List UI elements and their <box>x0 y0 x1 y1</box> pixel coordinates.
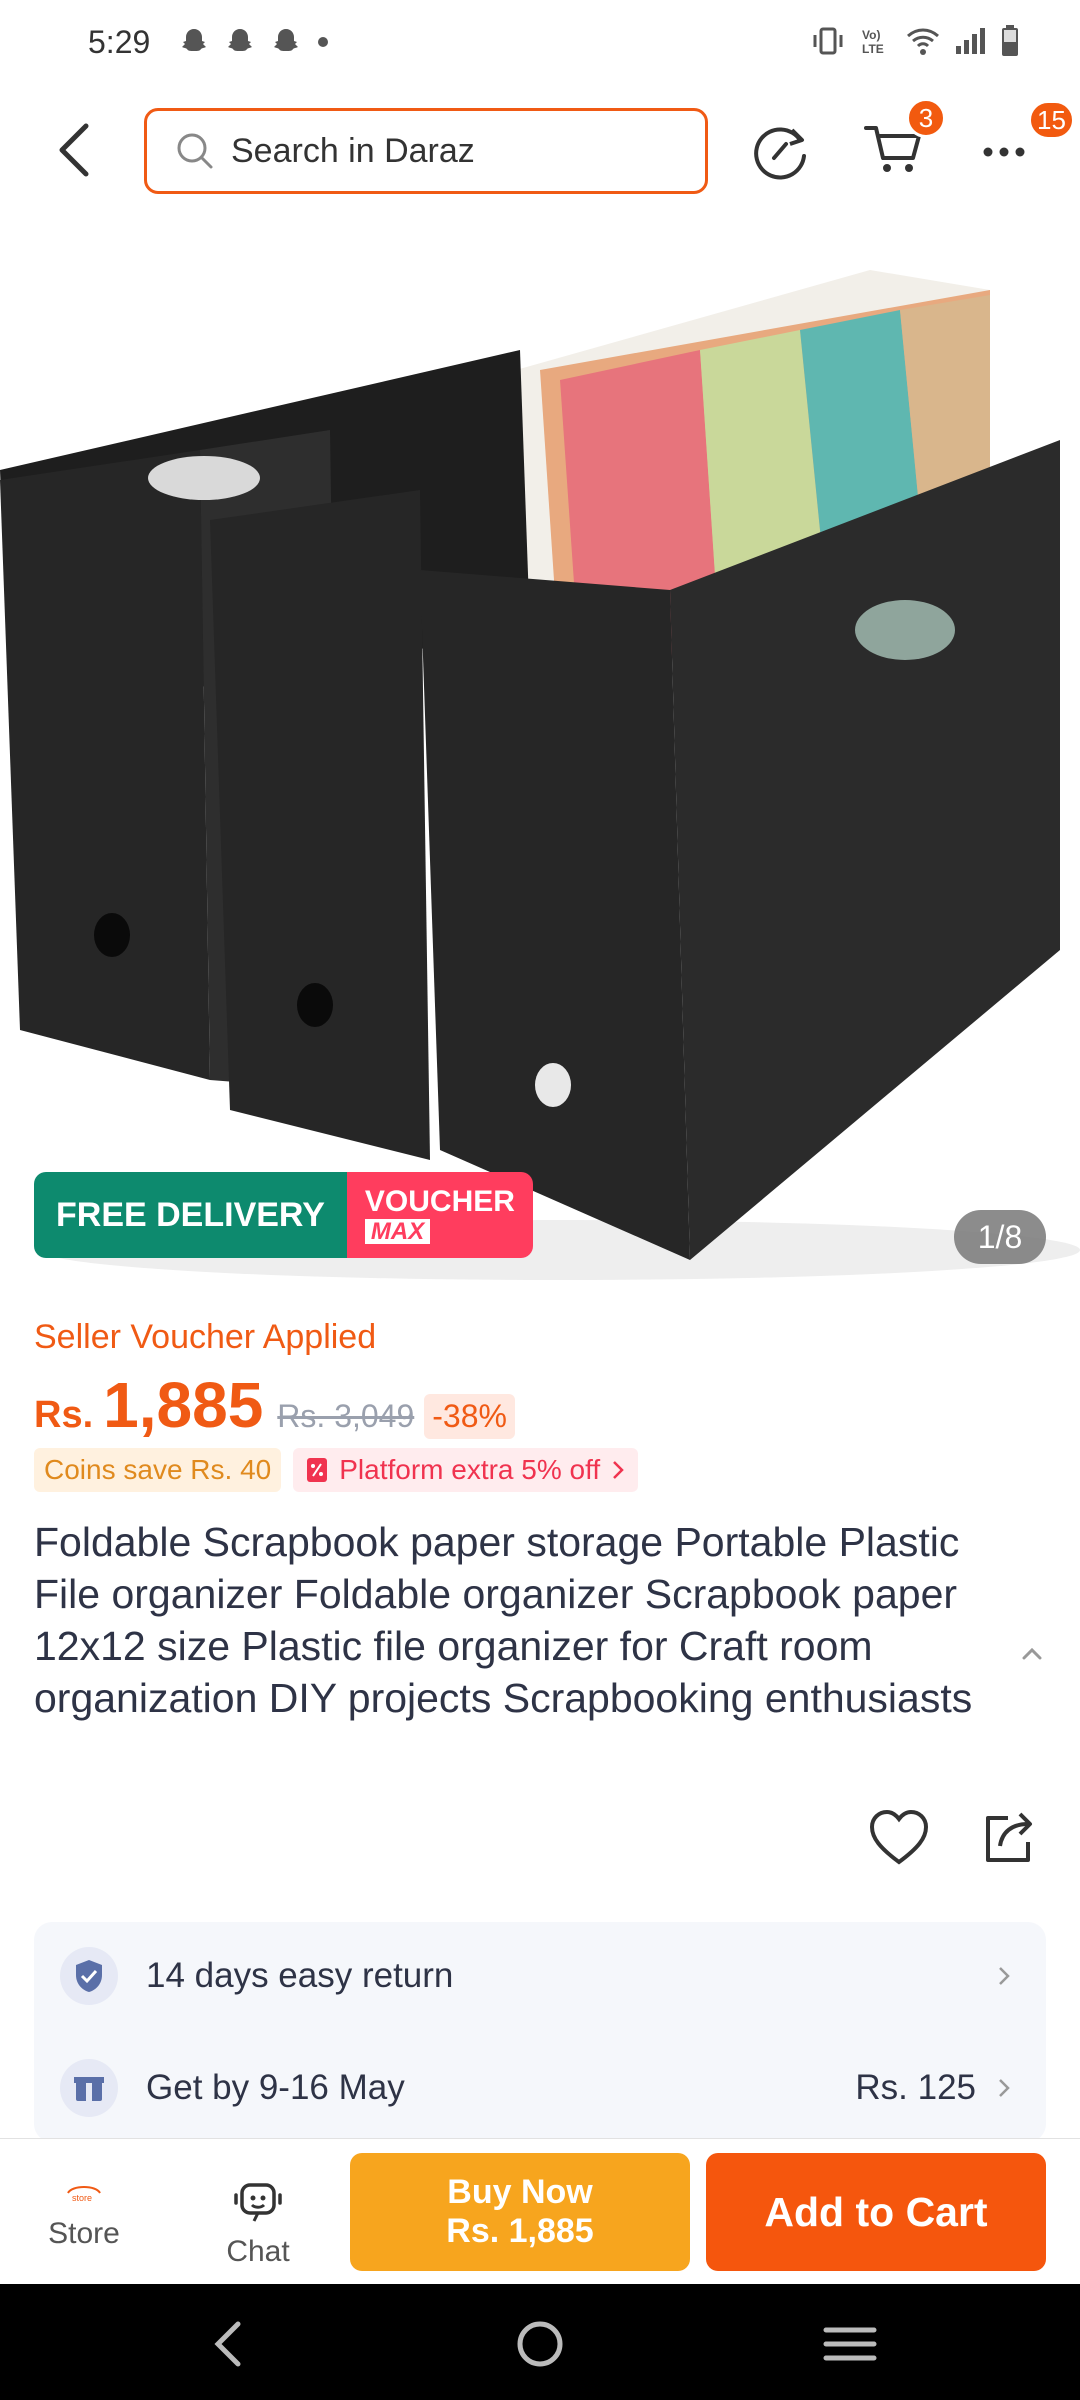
price-row: Rs. 1,885 Rs. 3,049 -38% <box>34 1368 515 1442</box>
wishlist-button[interactable] <box>868 1808 930 1866</box>
platform-offer-label: Platform extra 5% off <box>339 1454 601 1485</box>
search-input[interactable]: Search in Daraz <box>144 108 708 194</box>
search-placeholder: Search in Daraz <box>231 131 475 170</box>
status-time: 5:29 <box>88 24 151 60</box>
back-button[interactable] <box>44 118 104 182</box>
original-price: Rs. 3,049 <box>277 1398 415 1434</box>
delivery-estimate-label: Get by 9-16 May <box>146 2068 405 2107</box>
discount-badge: -38% <box>424 1394 515 1439</box>
search-icon <box>177 133 213 169</box>
heart-icon <box>869 1809 929 1865</box>
chat-bot-icon <box>234 2183 282 2222</box>
buy-now-button[interactable]: Buy Now Rs. 1,885 <box>350 2153 690 2271</box>
cart-count-badge: 3 <box>906 98 946 138</box>
svg-text:LTE: LTE <box>862 42 884 56</box>
svg-text:store: store <box>72 2193 92 2203</box>
dot-icon <box>318 37 328 47</box>
snapchat-icon <box>274 29 298 51</box>
system-navigation-bar <box>0 2284 1080 2400</box>
store-label: Store <box>48 2217 120 2250</box>
chevron-left-icon <box>59 123 89 177</box>
share-button[interactable] <box>978 1808 1038 1866</box>
return-policy-label: 14 days easy return <box>146 1956 454 1995</box>
delivery-fee: Rs. 125 <box>855 2068 976 2107</box>
volte-icon: Vo)LTE <box>862 28 884 56</box>
voucher-label: VOUCHER <box>364 1184 515 1218</box>
coins-save-chip: Coins save Rs. 40 <box>34 1448 282 1492</box>
promo-tag: FREE DELIVERY VOUCHER MAX <box>34 1172 533 1258</box>
chevron-right-icon <box>999 2079 1010 2097</box>
promo-chips: Coins save Rs. 40 Platform extra 5% off <box>34 1448 639 1492</box>
chevron-right-icon <box>613 1461 624 1479</box>
chevron-up-icon <box>1022 1647 1042 1660</box>
nav-back-button[interactable] <box>200 2316 260 2372</box>
nav-home-button[interactable] <box>510 2316 570 2372</box>
top-bar: Search in Daraz 3 15 <box>0 90 1080 210</box>
chat-label: Chat <box>226 2235 290 2268</box>
notification-icons <box>178 26 330 58</box>
vibrate-icon <box>813 27 843 55</box>
voucher-icon <box>307 1458 328 1482</box>
store-icon: store <box>67 2186 101 2203</box>
snapchat-icon <box>228 29 252 51</box>
svg-text:Vo): Vo) <box>862 28 880 42</box>
nav-home-icon <box>517 2321 563 2367</box>
gift-box-icon <box>60 2059 118 2117</box>
chat-button[interactable]: Chat <box>208 2179 308 2269</box>
refresh-icon <box>754 127 806 180</box>
free-delivery-badge: FREE DELIVERY <box>34 1172 347 1258</box>
wifi-icon <box>907 28 939 55</box>
voucher-max-label: MAX <box>364 1219 431 1244</box>
shield-check-icon <box>60 1947 118 2005</box>
share-icon <box>986 1812 1032 1862</box>
cart-button[interactable]: 3 <box>862 98 946 186</box>
service-row-delivery[interactable]: Get by 9-16 May Rs. 125 <box>34 2038 1046 2138</box>
service-card: 14 days easy return Get by 9-16 May Rs. … <box>34 1922 1046 2142</box>
seller-voucher-label: Seller Voucher Applied <box>34 1318 377 1356</box>
store-button[interactable]: store Store <box>34 2179 134 2269</box>
status-bar: 5:29 Vo) LTE <box>0 0 1080 90</box>
battery-icon <box>1002 25 1018 56</box>
signal-icon <box>956 28 985 54</box>
product-image-carousel[interactable] <box>0 210 1080 1280</box>
image-counter: 1/8 <box>954 1210 1046 1264</box>
price-currency: Rs. <box>34 1394 94 1436</box>
platform-offer-chip[interactable]: Platform extra 5% off <box>293 1448 639 1492</box>
nav-menu-button[interactable] <box>820 2316 880 2372</box>
notification-count-badge: 15 <box>1028 100 1075 140</box>
more-button[interactable]: 15 <box>978 100 1075 182</box>
system-icons: Vo) LTE <box>810 24 1020 58</box>
add-to-cart-button[interactable]: Add to Cart <box>706 2153 1046 2271</box>
bottom-action-bar: store Store Chat Buy Now Rs. 1,885 Add t… <box>0 2138 1080 2284</box>
product-image <box>0 210 1080 1280</box>
voucher-max-badge: VOUCHER MAX <box>346 1172 533 1258</box>
nav-menu-icon <box>823 2327 877 2361</box>
chevron-right-icon <box>999 1967 1010 1985</box>
buy-now-label: Buy Now <box>447 2172 593 2211</box>
current-price: 1,885 <box>103 1369 264 1441</box>
collapse-title-button[interactable] <box>1014 1636 1050 1672</box>
recent-button[interactable] <box>748 118 812 182</box>
buy-now-price: Rs. 1,885 <box>446 2212 594 2250</box>
nav-back-icon <box>214 2321 241 2367</box>
service-row-return[interactable]: 14 days easy return <box>34 1926 1046 2026</box>
product-title: Foldable Scrapbook paper storage Portabl… <box>34 1519 973 1721</box>
snapchat-icon <box>182 29 206 51</box>
